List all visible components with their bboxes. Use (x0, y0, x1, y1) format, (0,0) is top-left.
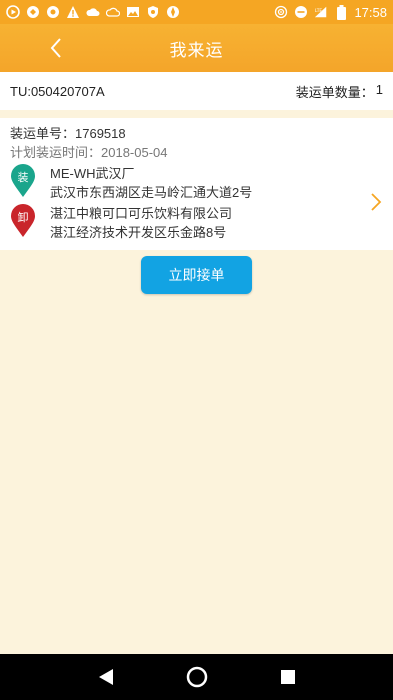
chevron-right-icon (371, 193, 382, 211)
image-icon (126, 5, 140, 19)
cloud-icon (86, 5, 100, 19)
tu-summary-row: TU:050420707A 装运单数量： 1 (0, 72, 393, 110)
load-pin-icon: 装 (10, 164, 36, 198)
tu-number: TU:050420707A (10, 83, 105, 99)
signal-icon: LTE (314, 5, 328, 19)
unload-site-name: 湛江中粮可口可乐饮料有限公司 (50, 206, 233, 221)
chevron-left-icon (50, 38, 61, 58)
nav-recents-button[interactable] (276, 665, 300, 689)
shipment-count-value: 1 (375, 81, 383, 97)
shield-icon (146, 5, 160, 19)
planned-date: 计划装运时间：2018-05-04 (10, 145, 168, 160)
shipment-number: 装运单号：1769518 (10, 126, 126, 141)
load-info: ME-WH武汉厂 武汉市东西湖区走马岭汇通大道2号 (50, 164, 252, 202)
load-address: 武汉市东西湖区走马岭汇通大道2号 (50, 185, 253, 200)
unload-info: 湛江中粮可口可乐饮料有限公司 湛江经济技术开发区乐金路8号 (50, 204, 232, 242)
status-time: 17:58 (354, 4, 387, 20)
app-bar: 我来运 (0, 24, 393, 72)
load-stop: 装 ME-WH武汉厂 武汉市东西湖区走马岭汇通大道2号 (10, 164, 383, 202)
system-nav-bar (0, 654, 393, 700)
load-badge: 装 (17, 171, 29, 184)
nav-back-button[interactable] (94, 665, 118, 689)
cloud-outline-icon (106, 5, 120, 19)
play-icon (6, 5, 20, 19)
unload-address: 湛江经济技术开发区乐金路8号 (50, 225, 227, 240)
accept-order-button[interactable]: 立即接单 (141, 256, 252, 294)
page-title: 我来运 (169, 40, 224, 61)
warning-icon (66, 5, 80, 19)
hotspot-icon (274, 5, 288, 19)
back-button[interactable] (42, 34, 70, 62)
minus-circle-icon (294, 5, 308, 19)
home-circle-icon (186, 666, 207, 688)
speed-icon (26, 5, 40, 19)
nav-home-button[interactable] (185, 665, 209, 689)
shipment-count-label: 装运单数量： (295, 84, 374, 100)
unload-badge: 卸 (17, 211, 29, 224)
notification-icons (6, 5, 180, 19)
shipment-count: 装运单数量： 1 (296, 82, 383, 101)
back-triangle-icon (98, 669, 113, 685)
status-bar: LTE 17:58 (0, 0, 393, 24)
shipment-card[interactable]: 装运单号：1769518 计划装运时间：2018-05-04 装 ME-WH武汉… (0, 118, 393, 250)
unload-stop: 卸 湛江中粮可口可乐饮料有限公司 湛江经济技术开发区乐金路8号 (10, 204, 383, 242)
battery-icon (334, 4, 348, 20)
unload-pin-icon: 卸 (10, 204, 36, 238)
compass-icon (166, 5, 180, 19)
recents-square-icon (280, 670, 295, 684)
load-site-name: ME-WH武汉厂 (50, 166, 135, 181)
network-label: LTE (315, 8, 322, 14)
chat-icon (46, 5, 60, 19)
system-icons: LTE 17:58 (274, 4, 387, 20)
